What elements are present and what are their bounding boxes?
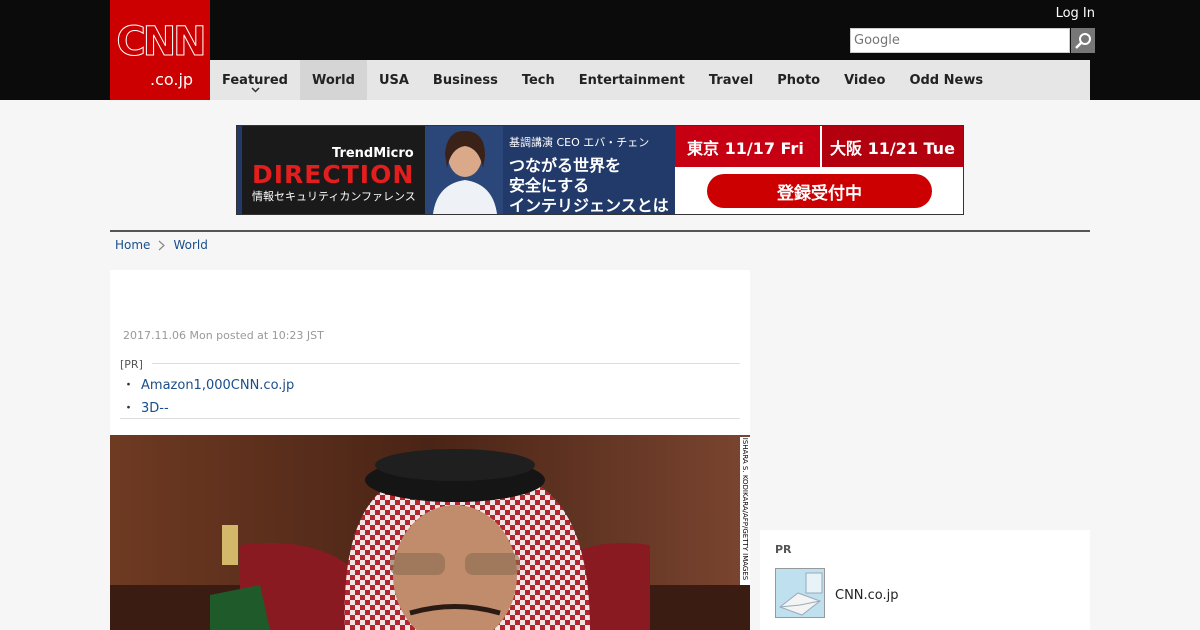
section-divider <box>110 230 1090 232</box>
banner-ad[interactable]: TrendMicro DIRECTION 情報セキュリティカンファレンス 基調講… <box>236 125 964 215</box>
breadcrumb-home[interactable]: Home <box>115 238 150 252</box>
chevron-right-icon <box>159 240 166 250</box>
nav-item-world[interactable]: World <box>299 60 367 100</box>
nav-item-label: World <box>311 72 355 88</box>
speaker-photo <box>425 126 503 214</box>
breadcrumb: Home World <box>115 238 208 252</box>
search-button[interactable] <box>1071 28 1095 53</box>
pr-link-text: 3D-- <box>141 401 169 416</box>
nav-item-travel[interactable]: Travel <box>697 60 765 100</box>
nav-item-label: Odd News <box>909 72 984 88</box>
pr-bottom-divider <box>120 418 740 419</box>
pr-link-text: Amazon1,000CNN.co.jp <box>141 378 295 393</box>
login-link[interactable]: Log In <box>1056 6 1095 21</box>
banner-title: DIRECTION <box>252 160 415 189</box>
article-card: 2017.11.06 Mon posted at 10:23 JST [PR] … <box>110 270 750 435</box>
chevron-down-icon <box>251 87 260 93</box>
article-photo <box>110 435 750 630</box>
posted-date: 2017.11.06 Mon posted at 10:23 JST <box>123 329 324 342</box>
banner-speaker: 基調講演 CEO エバ・チェン <box>509 136 650 149</box>
logo-domain: .co.jp <box>150 70 194 89</box>
pr-divider <box>152 363 740 364</box>
banner-right-panel: 東京 11/17 Fri 大阪 11/21 Tue 登録受付中 <box>675 126 963 214</box>
pr-link-2[interactable]: ・ 3D-- <box>122 397 169 416</box>
nav-item-label: Tech <box>521 72 555 88</box>
nav-item-video[interactable]: Video <box>832 60 897 100</box>
search-input[interactable] <box>850 28 1070 53</box>
bullet-icon: ・ <box>122 401 136 416</box>
main-nav: Featured World USA Business Tech Enterta… <box>210 60 1090 100</box>
cnn-logo[interactable]: CNN .co.jp <box>110 0 210 100</box>
search-icon <box>1075 32 1091 49</box>
banner-register-button[interactable]: 登録受付中 <box>707 174 932 208</box>
sidebar-pr-box: PR CNN.co.jp <box>760 530 1090 630</box>
sidebar-pr-link[interactable]: CNN.co.jp <box>835 588 899 603</box>
nav-item-label: Business <box>432 72 498 88</box>
nav-item-label: Entertainment <box>578 72 685 88</box>
breadcrumb-world[interactable]: World <box>173 238 207 252</box>
nav-item-label: Featured <box>222 72 288 88</box>
banner-date-osaka: 大阪 11/21 Tue <box>820 126 963 167</box>
sidebar-pr-label: PR <box>775 543 792 556</box>
banner-line-3: インテリジェンスとは <box>509 196 669 214</box>
nav-item-featured[interactable]: Featured <box>210 60 300 100</box>
nav-item-label: USA <box>378 72 409 88</box>
banner-brand: TrendMicro <box>332 146 414 161</box>
nav-item-label: Travel <box>708 72 754 88</box>
nav-item-business[interactable]: Business <box>421 60 510 100</box>
portrait-image <box>110 435 750 630</box>
nav-item-usa[interactable]: USA <box>367 60 421 100</box>
banner-left-panel: TrendMicro DIRECTION 情報セキュリティカンファレンス 基調講… <box>237 126 675 214</box>
nav-item-label: Video <box>844 72 886 88</box>
pr-link-1[interactable]: ・ Amazon1,000CNN.co.jp <box>122 374 294 393</box>
logo-text: CNN <box>116 19 207 65</box>
nav-item-tech[interactable]: Tech <box>510 60 567 100</box>
photo-credit: ISHARA S. KODIKARA/AFP/GETTY IMAGES <box>740 437 750 585</box>
search-box <box>850 28 1095 53</box>
banner-date-tokyo: 東京 11/17 Fri <box>675 126 820 167</box>
nav-item-label: Photo <box>777 72 821 88</box>
nav-item-entertainment[interactable]: Entertainment <box>567 60 697 100</box>
sidebar-thumbnail[interactable] <box>775 568 825 618</box>
nav-item-odd-news[interactable]: Odd News <box>897 60 995 100</box>
banner-title-panel: TrendMicro DIRECTION 情報セキュリティカンファレンス <box>242 126 432 214</box>
pr-label: [PR] <box>120 358 143 371</box>
nav-item-photo[interactable]: Photo <box>765 60 832 100</box>
bullet-icon: ・ <box>122 378 136 393</box>
envelope-icon <box>776 569 824 617</box>
banner-conference: 情報セキュリティカンファレンス <box>252 190 416 203</box>
photo-credit-text: ISHARA S. KODIKARA/AFP/GETTY IMAGES <box>741 437 749 581</box>
